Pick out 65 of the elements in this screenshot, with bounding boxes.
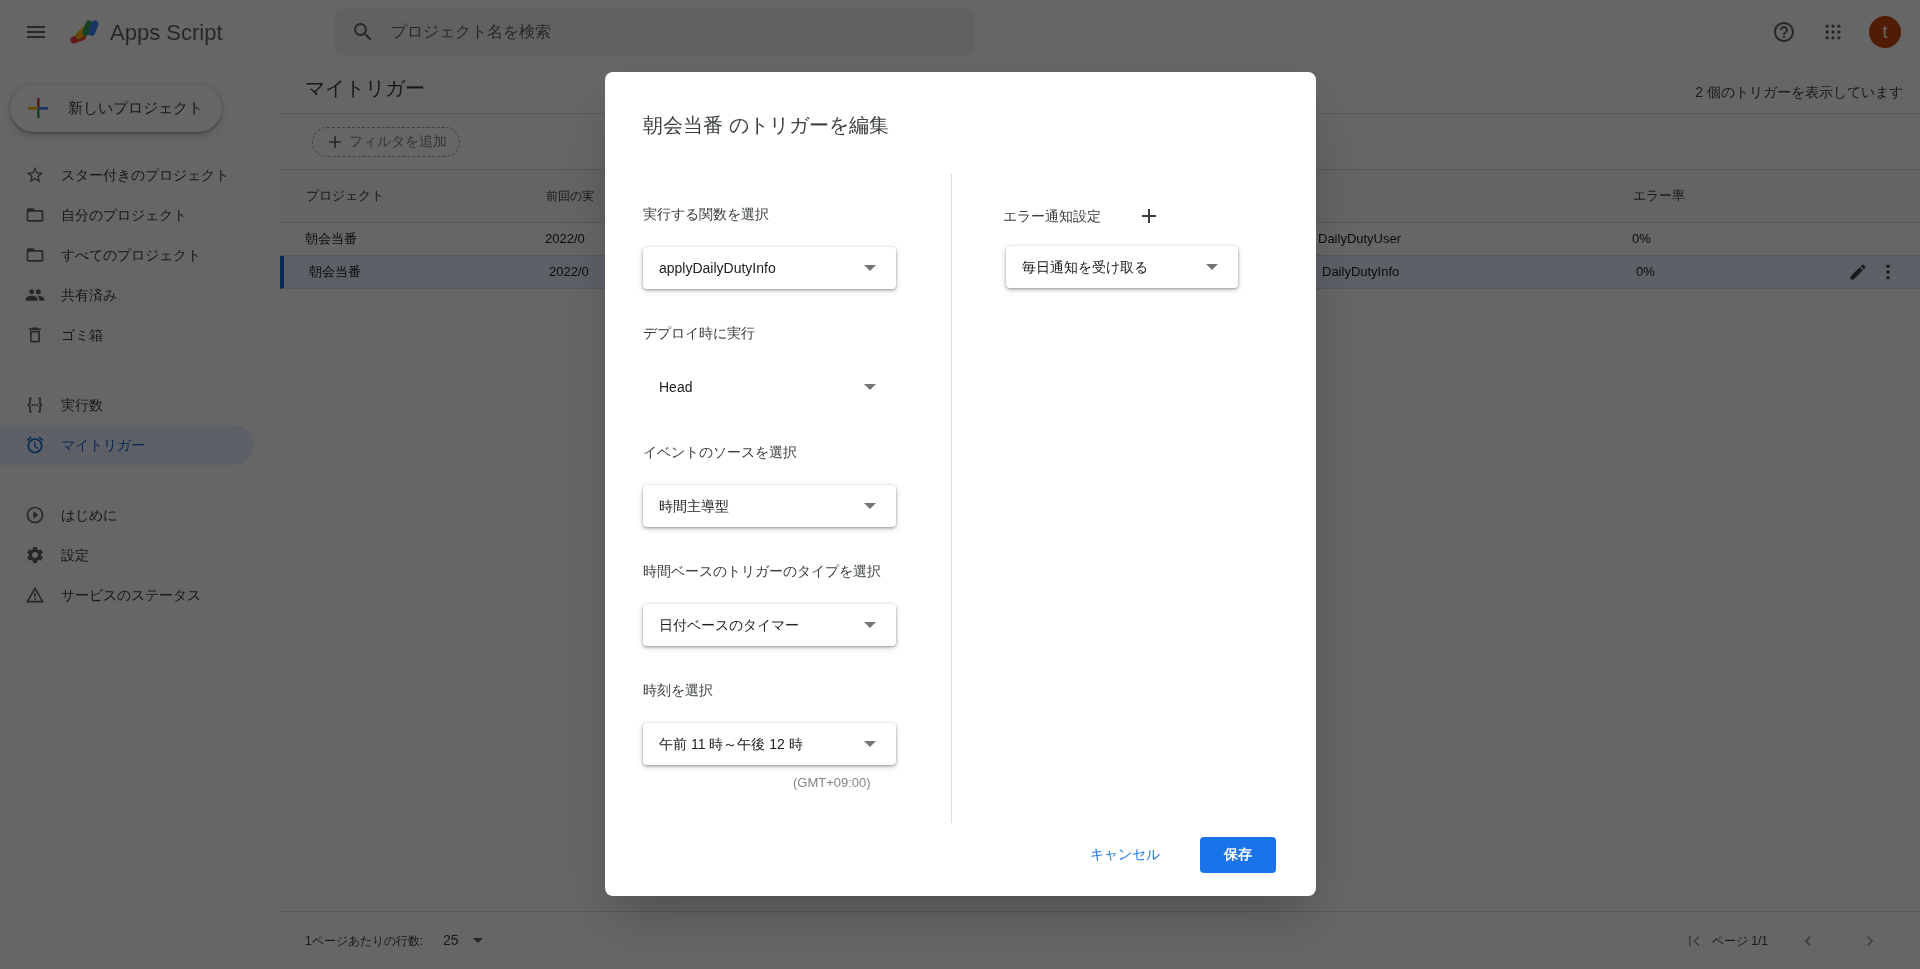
- sidebar-item[interactable]: ゴミ箱: [0, 315, 254, 355]
- caret-icon: [864, 741, 876, 747]
- app-name: Apps Script: [110, 18, 223, 47]
- field-label: 実行する関数を選択: [643, 205, 770, 224]
- edit-icon[interactable]: [1848, 262, 1868, 282]
- sidebar-item[interactable]: 実行数: [0, 385, 254, 425]
- sidebar-item[interactable]: 自分のプロジェクト: [0, 195, 254, 235]
- page-indicator: ページ 1/1: [1712, 932, 1768, 950]
- field-label: エラー通知設定: [1003, 206, 1101, 226]
- alarm-clock-icon: [25, 435, 45, 455]
- sidebar-item[interactable]: 共有済み: [0, 275, 254, 315]
- table-cell-text: 0%: [1632, 230, 1651, 249]
- caret-icon: [864, 503, 876, 509]
- new-project-button[interactable]: 新しいプロジェクト: [10, 84, 222, 132]
- sidebar-item[interactable]: サービスのステータス: [0, 575, 254, 615]
- column-header: プロジェクト: [306, 187, 384, 206]
- avatar[interactable]: t: [1869, 16, 1901, 48]
- folder-icon: [25, 205, 45, 225]
- warning-icon: [25, 585, 45, 605]
- page-title: マイトリガー: [305, 76, 425, 101]
- table-cell-text: 2022/0: [545, 230, 585, 249]
- play-icon: [25, 505, 45, 525]
- dropdown-select[interactable]: 日付ベースのタイマー: [643, 604, 896, 646]
- sidebar-item[interactable]: はじめに: [0, 495, 254, 535]
- trigger-count: 2 個のトリガーを表示しています: [1695, 83, 1903, 102]
- sidebar-item[interactable]: 設定: [0, 535, 254, 575]
- help-icon[interactable]: [1772, 20, 1796, 44]
- field-label: デプロイ時に実行: [643, 324, 756, 343]
- dropdown-select[interactable]: applyDailyDutyInfo: [643, 247, 896, 289]
- table-cell-text: DailyDutyUser: [1318, 230, 1402, 249]
- save-button[interactable]: 保存: [1200, 836, 1276, 873]
- timezone-note: (GMT+09:00): [793, 774, 871, 792]
- cancel-button[interactable]: キャンセル: [1082, 836, 1168, 873]
- sidebar-item[interactable]: スター付きのプロジェクト: [0, 155, 254, 195]
- brackets-icon: [25, 395, 45, 415]
- settings-icon: [25, 545, 45, 565]
- column-header: 前回の実: [546, 188, 594, 205]
- table-cell-text: 朝会当番: [305, 230, 357, 249]
- apps-icon[interactable]: [1823, 22, 1843, 42]
- caret-icon: [1206, 264, 1218, 270]
- rows-per-page-select[interactable]: 25: [443, 930, 483, 951]
- star-icon: [25, 165, 45, 185]
- folder-icon: [25, 245, 45, 265]
- field-label: イベントのソースを選択: [643, 443, 798, 462]
- logo-icon: [68, 17, 102, 47]
- dropdown-select[interactable]: Head: [643, 366, 896, 408]
- table-cell-text: 0%: [1636, 263, 1655, 282]
- table-cell-text: DailyDutyInfo: [1322, 263, 1400, 282]
- plus-icon: [26, 96, 50, 120]
- rows-per-page-label: 1ページあたりの行数:: [305, 932, 423, 950]
- field-label: 時間ベースのトリガーのタイプを選択: [643, 562, 882, 581]
- sidebar-item[interactable]: すべてのプロジェクト: [0, 235, 254, 275]
- column-header: エラー率: [1633, 187, 1685, 206]
- dropdown-select[interactable]: 時間主導型: [643, 485, 896, 527]
- dropdown-select[interactable]: 毎日通知を受け取る: [1006, 246, 1238, 288]
- table-cell-text: 朝会当番: [309, 263, 361, 282]
- dropdown-select[interactable]: 午前 11 時～午後 12 時: [643, 723, 896, 765]
- caret-icon: [864, 265, 876, 271]
- caret-icon: [864, 622, 876, 628]
- sidebar-item[interactable]: マイトリガー: [0, 425, 254, 465]
- dialog-title: 朝会当番 のトリガーを編集: [643, 113, 890, 138]
- table-cell-text: 2022/0: [549, 263, 589, 282]
- caret-icon: [864, 384, 876, 390]
- field-label: 時刻を選択: [643, 681, 714, 700]
- caret-icon: [472, 938, 483, 943]
